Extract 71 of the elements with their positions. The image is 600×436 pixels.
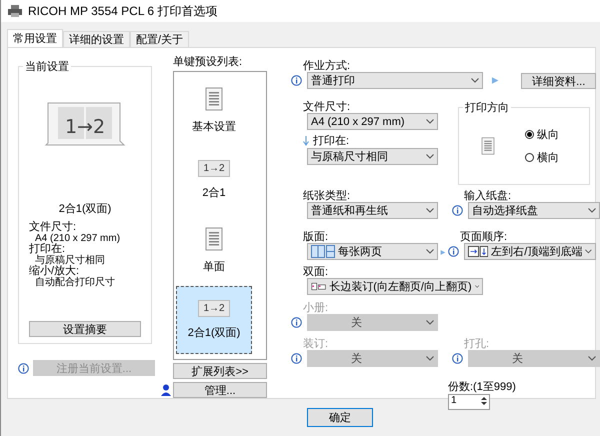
user-icon — [161, 384, 171, 396]
preset-item[interactable]: 基本设置 — [176, 76, 252, 144]
info-icon — [291, 317, 302, 328]
preset-caption: 2合1(双面) — [58, 202, 112, 216]
info-icon — [452, 353, 463, 364]
info-icon — [291, 353, 302, 364]
down-arrow-icon — [303, 136, 309, 146]
field-label: 打印在: — [313, 134, 350, 148]
detail-value: A4 (210 x 297 mm) — [35, 233, 120, 244]
tab[interactable]: 详细的设置 — [63, 31, 130, 47]
field-label: 纸张类型: — [303, 190, 352, 202]
preset-item[interactable]: 单面 — [176, 216, 252, 284]
dropdown-field[interactable]: A4 (210 x 297 mm) — [307, 113, 438, 130]
preset-label: 2合1 — [202, 186, 226, 200]
details-button[interactable]: 详细资料... — [521, 72, 596, 88]
expand-list-button[interactable]: 扩展列表>> — [173, 363, 267, 379]
duplex-binding-icon — [311, 280, 326, 293]
field-label: 版面: — [303, 231, 330, 243]
info-icon — [448, 246, 459, 257]
field-label: 小册: — [303, 302, 330, 314]
detail-value: 自动配合打印尺寸 — [34, 277, 116, 288]
info-icon — [452, 205, 463, 216]
dropdown-field[interactable]: 普通打印 — [307, 72, 483, 89]
field-label: 页面顺序: — [460, 231, 508, 243]
page-order-icon — [468, 245, 488, 258]
dropdown-field[interactable]: 长边装订(向左翻页/向上翻页) — [307, 278, 483, 295]
field-label: 输入纸盘: — [464, 190, 512, 202]
dropdown-field[interactable]: 左到右/顶端到底端 — [464, 243, 596, 260]
radio-option[interactable]: 纵向 — [525, 127, 559, 142]
preset-item[interactable]: 1→2 2合1 — [176, 146, 252, 214]
dropdown-field[interactable]: 每张两页 — [307, 243, 438, 260]
two-page-layout-icon — [311, 245, 335, 258]
group-title: 打印方向 — [463, 100, 511, 115]
document-icon — [205, 226, 223, 250]
play-icon — [440, 248, 446, 257]
preset-label: 单面 — [203, 260, 225, 274]
window-title: RICOH MP 3554 PCL 6 打印首选项 — [28, 2, 218, 20]
preset-label: 2合1(双面) — [188, 326, 240, 340]
group-title: 当前设置 — [23, 59, 71, 74]
field-label: 双面: — [303, 266, 330, 278]
info-icon — [291, 75, 302, 86]
play-icon — [491, 76, 500, 85]
dropdown-field[interactable]: 与原稿尺寸相同 — [307, 148, 438, 165]
printer-icon — [8, 5, 22, 17]
field-label: 打孔: — [464, 338, 490, 350]
detail-value: 与原稿尺寸相同 — [35, 255, 106, 266]
detail-label: 打印在: — [29, 244, 66, 255]
summary-button[interactable]: 设置摘要 — [29, 321, 141, 337]
radio-option[interactable]: 横向 — [525, 150, 559, 165]
tab[interactable]: 常用设置 — [7, 29, 63, 47]
dropdown-field[interactable]: 自动选择纸盘 — [468, 202, 600, 219]
detail-label: 文件尺寸: — [29, 222, 78, 233]
preset-label: 基本设置 — [192, 120, 236, 134]
dropdown-field[interactable]: 普通纸和再生纸 — [307, 202, 438, 219]
two-in-one-icon: 1→2 — [198, 300, 230, 317]
field-label: 份数:(1至999) — [448, 380, 517, 394]
manage-button[interactable]: 管理... — [173, 382, 267, 398]
tab[interactable]: 配置/关于 — [130, 31, 190, 47]
ok-button[interactable]: 确定 — [307, 408, 373, 427]
list-title: 单键预设列表: — [173, 55, 244, 69]
detail-label: 缩小/放大: — [29, 266, 80, 277]
document-icon — [205, 86, 223, 110]
info-icon — [18, 362, 29, 374]
preset-item[interactable]: 1→2 2合1(双面) — [176, 286, 252, 354]
two-in-one-icon: 1→2 — [198, 160, 230, 177]
copies-spinner[interactable]: 1 — [448, 394, 490, 410]
document-icon — [481, 137, 495, 155]
spin-arrows-icon — [479, 395, 489, 407]
field-label: 作业方式: — [303, 60, 352, 72]
field-label: 装订: — [303, 338, 330, 350]
field-label: 文件尺寸: — [303, 101, 352, 113]
